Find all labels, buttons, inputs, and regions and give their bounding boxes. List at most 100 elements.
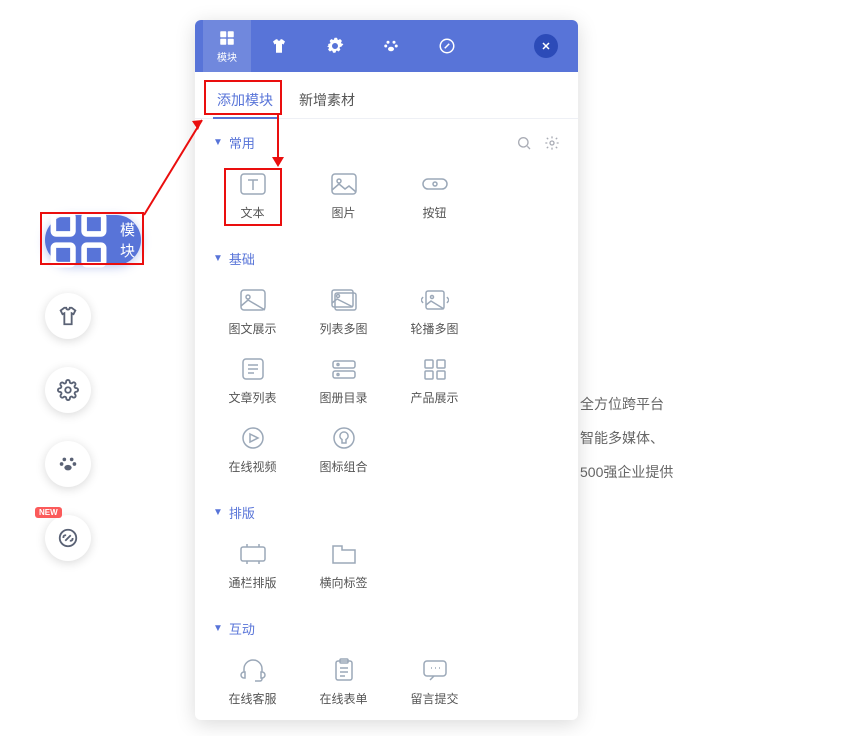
- module-label: 文章列表: [228, 389, 276, 406]
- section-title: 排版: [229, 503, 560, 522]
- module-label: 横向标签: [319, 574, 367, 591]
- toolbar-tab-module[interactable]: 模块: [203, 20, 251, 72]
- product-grid-icon: [421, 357, 449, 381]
- module-grid: 图文展示 列表多图 轮播多图 文章列表 图册目录 产品展示: [210, 274, 563, 489]
- link-circle-icon: [438, 37, 456, 55]
- module-graphic-display[interactable]: 图文展示: [210, 282, 295, 341]
- module-label: 图册目录: [319, 389, 367, 406]
- article-list-icon: [239, 357, 267, 381]
- image-icon: [330, 172, 358, 196]
- module-label: 通栏排版: [228, 574, 276, 591]
- module-message-submit[interactable]: 留言提交: [392, 652, 477, 711]
- module-grid: 文本 图片 按钮: [210, 158, 563, 235]
- toolbar-tab-shirt[interactable]: [251, 37, 307, 55]
- module-fullwidth-layout[interactable]: 通栏排版: [210, 536, 295, 595]
- paw-button[interactable]: [45, 441, 91, 487]
- section-header[interactable]: ▼ 基础: [210, 235, 563, 274]
- grid-icon: [45, 206, 112, 273]
- paw-icon: [382, 37, 400, 55]
- section-header[interactable]: ▼ 排版: [210, 489, 563, 528]
- caret-down-icon: ▼: [213, 623, 223, 634]
- module-image[interactable]: 图片: [301, 166, 386, 225]
- module-button[interactable]: 模块: [45, 215, 141, 265]
- module-panel: 模块 添加模块 新增素材 ▼ 常用: [195, 20, 578, 720]
- toolbar-tab-label: 模块: [217, 49, 237, 64]
- image-text-icon: [239, 288, 267, 312]
- module-label: 文本: [240, 204, 264, 221]
- module-carousel[interactable]: 轮播多图: [392, 282, 477, 341]
- link-circle-icon: [57, 527, 79, 549]
- close-button[interactable]: [534, 34, 558, 58]
- module-label: 图片: [331, 204, 355, 221]
- tab-add-module[interactable]: 添加模块: [213, 82, 277, 118]
- headset-icon: [239, 658, 267, 682]
- module-button-label: 模块: [120, 219, 141, 261]
- module-customer-service[interactable]: 在线客服: [210, 652, 295, 711]
- close-icon: [540, 40, 552, 52]
- module-album-catalog[interactable]: 图册目录: [301, 351, 386, 410]
- caret-down-icon: ▼: [213, 137, 223, 148]
- module-label: 在线表单: [319, 690, 367, 707]
- module-label: 图标组合: [319, 458, 367, 475]
- module-icon-combination[interactable]: 图标组合: [301, 420, 386, 479]
- clipboard-icon: [330, 658, 358, 682]
- search-icon[interactable]: [516, 135, 532, 151]
- toolbar-tab-settings[interactable]: [307, 37, 363, 55]
- module-label: 轮播多图: [410, 320, 458, 337]
- module-online-video[interactable]: 在线视频: [210, 420, 295, 479]
- module-label: 在线客服: [228, 690, 276, 707]
- bg-text-line: 500强企业提供: [580, 462, 673, 482]
- module-online-form[interactable]: 在线表单: [301, 652, 386, 711]
- paw-icon: [57, 453, 79, 475]
- module-list-images[interactable]: 列表多图: [301, 282, 386, 341]
- album-icon: [330, 357, 358, 381]
- module-label: 产品展示: [410, 389, 458, 406]
- module-horizontal-tab[interactable]: 横向标签: [301, 536, 386, 595]
- caret-down-icon: ▼: [213, 507, 223, 518]
- module-button[interactable]: 按钮: [392, 166, 477, 225]
- left-sidebar: 模块 NEW: [45, 215, 141, 561]
- module-text[interactable]: 文本: [210, 166, 295, 225]
- section-header[interactable]: ▼ 常用: [210, 119, 563, 158]
- fullwidth-icon: [239, 542, 267, 566]
- button-icon: [421, 172, 449, 196]
- section-layout: ▼ 排版 通栏排版 横向标签: [195, 489, 578, 605]
- toolbar-tab-link[interactable]: [419, 37, 475, 55]
- bg-text-line: 全方位跨平台: [580, 394, 664, 414]
- section-title: 互动: [229, 619, 560, 638]
- module-article-list[interactable]: 文章列表: [210, 351, 295, 410]
- section-title: 常用: [229, 133, 510, 152]
- section-common: ▼ 常用 文本 图片 按钮: [195, 119, 578, 235]
- module-label: 按钮: [422, 204, 446, 221]
- section-basic: ▼ 基础 图文展示 列表多图 轮播多图 文章列表 图册目录: [195, 235, 578, 489]
- link-button[interactable]: NEW: [45, 515, 91, 561]
- tab-icon: [330, 542, 358, 566]
- gear-icon: [57, 379, 79, 401]
- icon-combo-icon: [330, 426, 358, 450]
- shirt-button[interactable]: [45, 293, 91, 339]
- module-product-display[interactable]: 产品展示: [392, 351, 477, 410]
- module-label: 图文展示: [228, 320, 276, 337]
- video-icon: [239, 426, 267, 450]
- module-label: 在线视频: [228, 458, 276, 475]
- shirt-icon: [57, 305, 79, 327]
- section-title: 基础: [229, 249, 560, 268]
- carousel-icon: [421, 288, 449, 312]
- message-icon: [421, 658, 449, 682]
- tab-add-material[interactable]: 新增素材: [295, 82, 359, 118]
- bg-text-line: 智能多媒体、: [580, 428, 664, 448]
- section-interaction: ▼ 互动 在线客服 在线表单 留言提交 全站搜索: [195, 605, 578, 720]
- new-badge: NEW: [35, 507, 62, 518]
- text-icon: [239, 172, 267, 196]
- top-toolbar: 模块: [195, 20, 578, 72]
- section-header[interactable]: ▼ 互动: [210, 605, 563, 644]
- toolbar-tab-paw[interactable]: [363, 37, 419, 55]
- module-label: 留言提交: [410, 690, 458, 707]
- grid-icon: [218, 29, 236, 47]
- gear-icon[interactable]: [544, 135, 560, 151]
- gear-icon: [326, 37, 344, 55]
- images-stack-icon: [330, 288, 358, 312]
- secondary-tabs: 添加模块 新增素材: [195, 72, 578, 119]
- module-grid: 通栏排版 横向标签: [210, 528, 563, 605]
- settings-button[interactable]: [45, 367, 91, 413]
